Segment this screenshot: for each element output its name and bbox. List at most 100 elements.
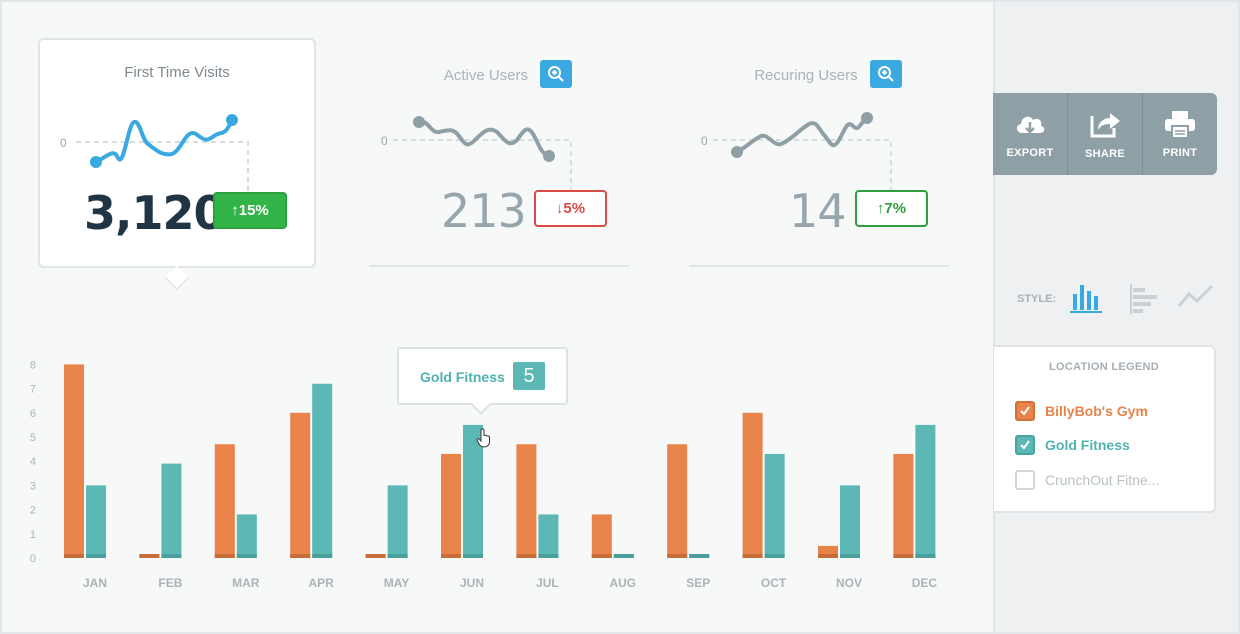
stat-card-first-time-visits[interactable]: First Time Visits 0 3,120 ↑15% — [38, 38, 316, 268]
y-tick-label: 5 — [30, 432, 36, 444]
location-legend: LOCATION LEGEND BillyBob's Gym Gold Fitn… — [994, 345, 1216, 513]
legend-item-crunchout-fitness[interactable]: CrunchOut Fitne... — [1015, 469, 1159, 491]
bar-jul-gold-fitness[interactable] — [538, 514, 559, 558]
card-divider — [369, 265, 629, 267]
y-tick-label: 0 — [30, 553, 36, 565]
bar-may-gold-fitness[interactable] — [387, 485, 408, 558]
x-tick-label: OCT — [761, 576, 787, 590]
bar-oct-billybobs-gym[interactable] — [742, 412, 763, 558]
bar-apr-gold-fitness[interactable] — [312, 383, 333, 558]
share-label: SHARE — [1084, 148, 1125, 160]
change-badge: ↑15% — [213, 192, 287, 229]
y-tick-label: 2 — [30, 505, 36, 517]
card-title: First Time Visits — [124, 64, 230, 81]
export-button[interactable]: EXPORT — [993, 93, 1068, 175]
bar-mar-billybobs-gym[interactable] — [214, 444, 235, 558]
y-tick-label: 8 — [30, 359, 36, 371]
zoom-in-button[interactable] — [869, 60, 902, 88]
legend-label: Gold Fitness — [1045, 437, 1130, 453]
bar-base — [538, 554, 559, 558]
export-label: EXPORT — [1006, 147, 1054, 159]
change-value: 7% — [884, 200, 907, 217]
bar-jan-billybobs-gym[interactable] — [64, 364, 84, 558]
bar-sep-billybobs-gym[interactable] — [667, 444, 688, 558]
stat-card-recuring-users[interactable]: Recuring Users 0 14 ↑7% — [689, 38, 967, 268]
share-icon — [1090, 113, 1120, 138]
line-chart-icon[interactable] — [1177, 282, 1215, 312]
bar-base — [441, 554, 461, 558]
tooltip-label: Gold Fitness — [420, 369, 505, 385]
x-tick-label: JUN — [460, 576, 484, 590]
bar-base — [463, 554, 483, 558]
printer-icon — [1165, 111, 1195, 139]
bar-base — [161, 554, 182, 558]
stat-card-active-users[interactable]: Active Users 0 213 ↓5% — [369, 38, 647, 268]
checkbox[interactable] — [1015, 435, 1035, 455]
bar-apr-billybobs-gym[interactable] — [290, 412, 311, 558]
change-value: 5% — [563, 200, 586, 217]
y-tick-label: 6 — [30, 408, 36, 420]
x-tick-label: JAN — [83, 576, 107, 590]
bar-base — [667, 554, 688, 558]
card-value: 14 — [789, 184, 847, 238]
zoom-in-icon — [548, 66, 564, 82]
bar-base — [387, 554, 408, 558]
y-tick-label: 1 — [30, 529, 36, 541]
bar-base — [893, 554, 914, 558]
bar-base — [64, 554, 84, 558]
tooltip-value: 5 — [513, 362, 545, 390]
x-tick-label: MAR — [232, 576, 260, 590]
bar-dec-billybobs-gym[interactable] — [893, 453, 914, 558]
bar-jan-gold-fitness[interactable] — [86, 485, 106, 558]
checkbox[interactable] — [1015, 470, 1035, 490]
legend-label: CrunchOut Fitne... — [1045, 472, 1160, 488]
bar-base — [689, 554, 710, 558]
bar-nov-gold-fitness[interactable] — [840, 485, 860, 558]
action-toolbar: EXPORT SHARE PRINT — [993, 93, 1217, 175]
bar-base — [764, 554, 785, 558]
bar-feb-gold-fitness[interactable] — [161, 463, 182, 558]
bar-base — [139, 554, 160, 558]
bar-base — [818, 554, 838, 558]
x-tick-label: DEC — [912, 576, 938, 590]
share-button[interactable]: SHARE — [1068, 93, 1143, 175]
y-tick-label: 4 — [30, 456, 36, 468]
card-title-text: Active Users — [443, 66, 528, 84]
bar-base — [312, 554, 333, 558]
x-tick-label: JUL — [536, 576, 559, 590]
style-label: STYLE: — [1017, 293, 1057, 305]
x-tick-label: FEB — [158, 576, 182, 590]
print-button[interactable]: PRINT — [1143, 93, 1217, 175]
bar-dec-gold-fitness[interactable] — [915, 424, 936, 558]
bar-base — [214, 554, 235, 558]
bar-oct-gold-fitness[interactable] — [764, 453, 785, 558]
bar-mar-gold-fitness[interactable] — [236, 514, 257, 558]
zoom-in-button[interactable] — [540, 60, 573, 88]
checkbox[interactable] — [1015, 401, 1035, 421]
legend-label: BillyBob's Gym — [1045, 403, 1148, 419]
bar-base — [290, 554, 311, 558]
card-title: Recuring Users — [689, 60, 967, 90]
card-value: 3,120 — [84, 186, 226, 240]
bar-base — [915, 554, 936, 558]
x-tick-label: MAY — [384, 576, 410, 590]
bar-base — [236, 554, 257, 558]
y-tick-label: 7 — [30, 384, 36, 396]
cloud-download-icon — [1016, 116, 1045, 134]
x-tick-label: APR — [309, 576, 335, 590]
zoom-in-icon — [877, 66, 894, 82]
bar-base — [86, 554, 106, 558]
bar-aug-billybobs-gym[interactable] — [591, 514, 612, 558]
bar-jun-billybobs-gym[interactable] — [441, 453, 461, 558]
vertical-bar-chart-icon[interactable] — [1068, 282, 1104, 314]
bar-base — [365, 554, 386, 558]
check-icon — [1020, 440, 1030, 450]
x-tick-label: AUG — [609, 576, 636, 590]
horizontal-bar-chart-icon[interactable] — [1127, 282, 1161, 316]
change-badge: ↑7% — [855, 190, 928, 227]
bar-jul-billybobs-gym[interactable] — [516, 444, 537, 558]
legend-item-gold-fitness[interactable]: Gold Fitness — [1015, 434, 1130, 456]
y-tick-label: 3 — [30, 480, 36, 492]
legend-item-billybobs-gym[interactable]: BillyBob's Gym — [1015, 400, 1148, 422]
card-title-text: Recuring Users — [754, 66, 858, 84]
